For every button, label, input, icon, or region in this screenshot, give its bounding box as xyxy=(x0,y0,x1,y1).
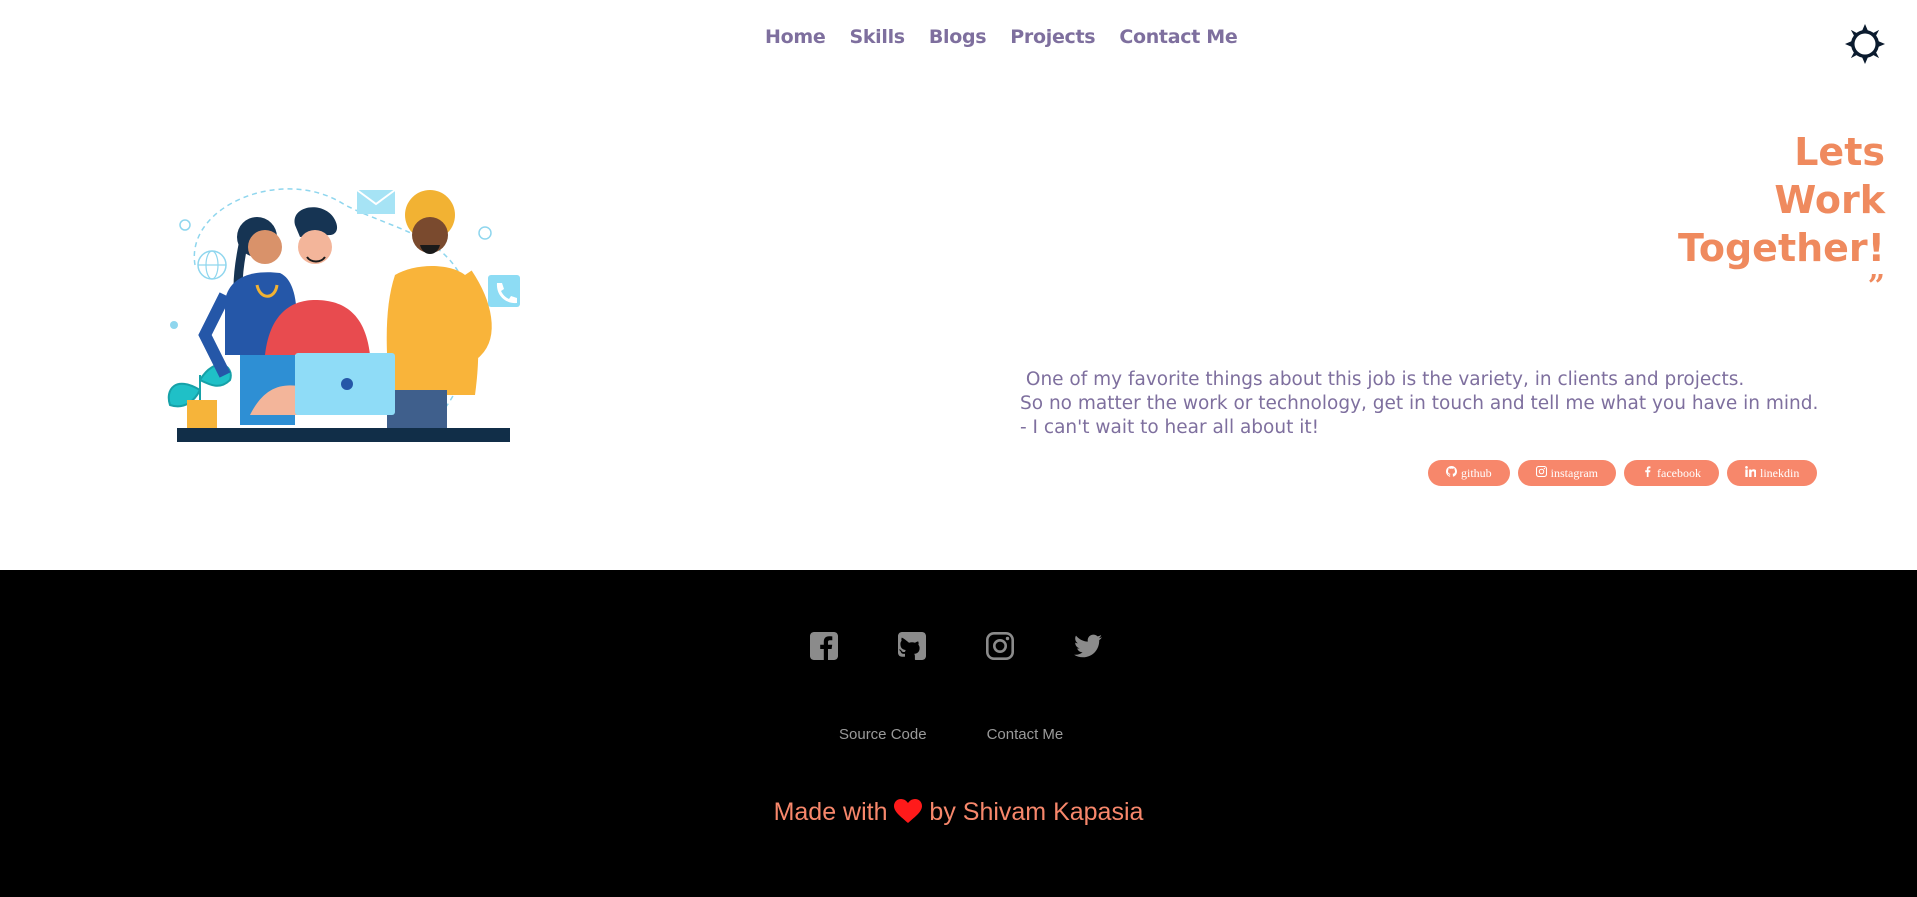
intro-paragraph: One of my favorite things about this job… xyxy=(1020,368,1900,440)
github-icon[interactable] xyxy=(898,632,926,660)
nav-link-blogs[interactable]: Blogs xyxy=(929,26,987,48)
facebook-icon[interactable] xyxy=(810,632,838,660)
nav-link-contact-me[interactable]: Contact Me xyxy=(1119,26,1237,48)
linkedin-button[interactable]: linekdin xyxy=(1726,460,1818,486)
intro-line-2: So no matter the work or technology, get… xyxy=(1020,393,1819,414)
github-button-label: github xyxy=(1461,465,1492,480)
github-icon xyxy=(1446,465,1457,481)
linkedin-icon xyxy=(1745,465,1757,481)
twitter-icon[interactable] xyxy=(1074,632,1102,660)
facebook-icon xyxy=(1642,465,1653,481)
instagram-button-label: instagram xyxy=(1550,465,1598,480)
made-with-suffix: by Shivam Kapasia xyxy=(929,798,1144,826)
footer-social-icons xyxy=(810,632,1102,660)
heart-icon xyxy=(894,799,923,823)
linkedin-button-label: linekdin xyxy=(1759,465,1800,480)
nav-links: Home Skills Blogs Projects Contact Me xyxy=(765,26,1238,48)
instagram-icon xyxy=(1535,465,1547,481)
facebook-button[interactable]: facebook xyxy=(1624,460,1719,486)
nav-link-projects[interactable]: Projects xyxy=(1010,26,1095,48)
nav-link-home[interactable]: Home xyxy=(765,26,826,48)
github-button[interactable]: github xyxy=(1428,460,1510,486)
team-collaboration-illustration xyxy=(165,175,525,450)
sun-icon[interactable] xyxy=(1845,24,1885,64)
headline-line-1: Lets xyxy=(1794,130,1885,174)
intro-line-1: One of my favorite things about this job… xyxy=(1020,369,1745,390)
page-headline: Lets Work Together! xyxy=(1678,128,1885,272)
footer-contact-link[interactable]: Contact Me xyxy=(987,726,1064,743)
made-with-prefix: Made with xyxy=(773,798,888,826)
footer-links: Source Code Contact Me xyxy=(839,726,1063,743)
headline-line-2: Work xyxy=(1774,178,1885,222)
closing-quote-mark: ” xyxy=(1867,269,1885,304)
site-footer: Source Code Contact Me Made with by Shiv… xyxy=(0,570,1917,897)
instagram-button[interactable]: instagram xyxy=(1517,460,1616,486)
headline-line-3: Together! xyxy=(1677,226,1885,270)
facebook-button-label: facebook xyxy=(1657,465,1701,480)
instagram-icon[interactable] xyxy=(986,632,1014,660)
made-with-credit: Made with by Shivam Kapasia xyxy=(0,798,1917,827)
nav-link-skills[interactable]: Skills xyxy=(849,26,905,48)
source-code-link[interactable]: Source Code xyxy=(839,726,927,743)
intro-line-3: - I can't wait to hear all about it! xyxy=(1020,417,1320,438)
top-navbar: Home Skills Blogs Projects Contact Me xyxy=(0,0,1917,80)
social-buttons: github instagram facebook linekdin xyxy=(1428,460,1818,486)
